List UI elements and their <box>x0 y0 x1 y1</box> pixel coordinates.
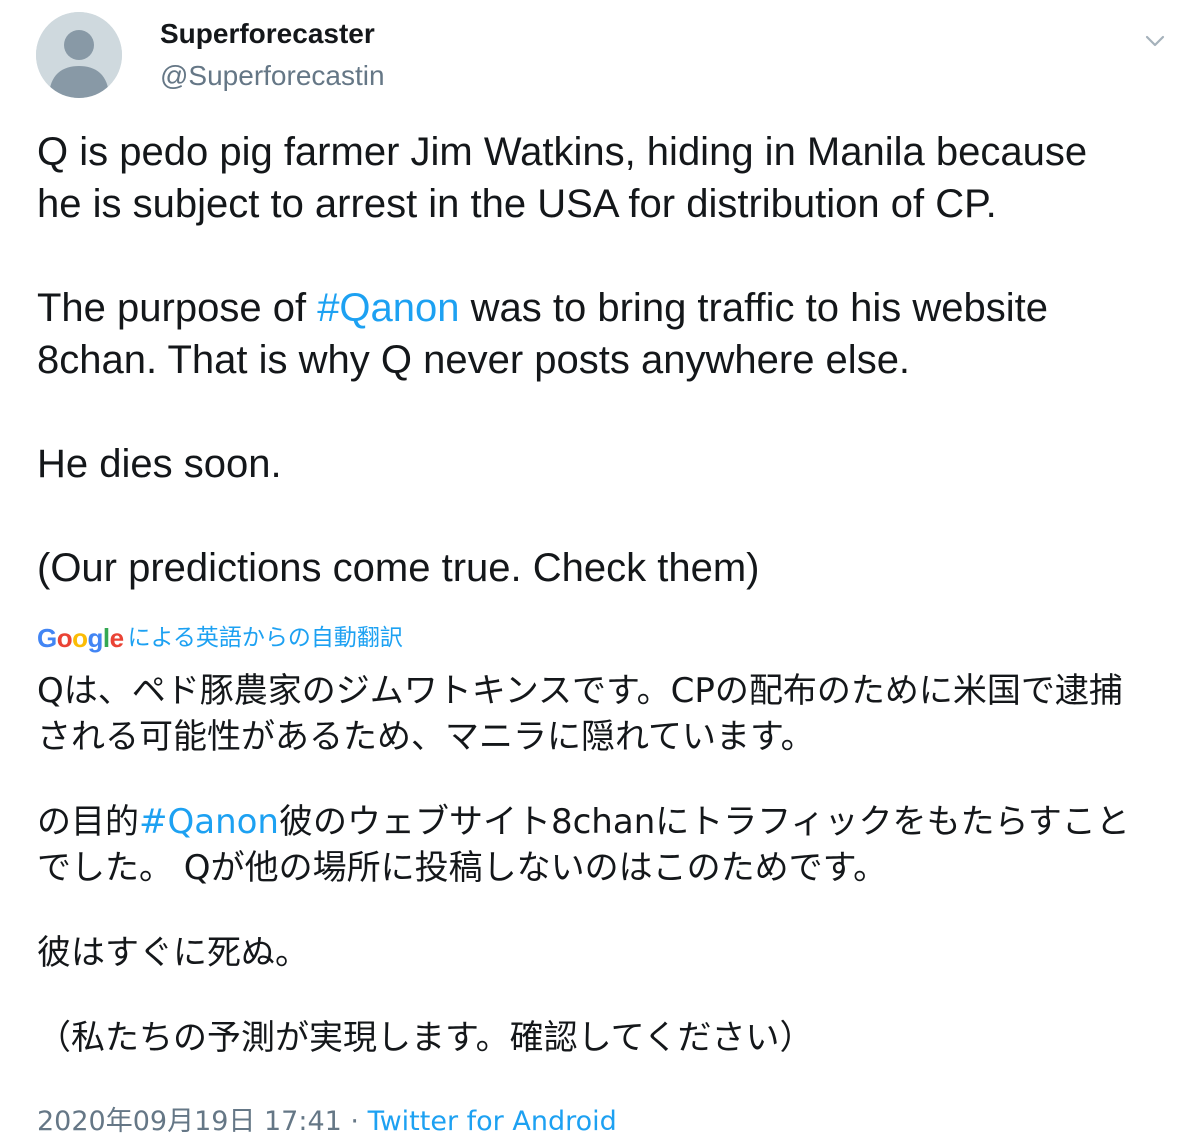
paragraph: (Our predictions come true. Check them) <box>37 542 1177 594</box>
text-segment: Qは、ペド豚農家のジムワトキンスです。CPの配布のために米国で逮捕 される可能性… <box>37 671 1123 757</box>
tweet-menu-button[interactable] <box>1142 28 1168 54</box>
paragraph: （私たちの予測が実現します。確認してください） <box>37 1015 1177 1061</box>
paragraph: の目的#Qanon彼のウェブサイト8chanにトラフィックをもたらすこと でした… <box>37 799 1177 891</box>
author-names: Superforecaster @Superforecastin <box>160 16 385 96</box>
google-logo-letter: l <box>102 623 110 653</box>
tweet: Superforecaster @Superforecastin Q is pe… <box>0 0 1200 1147</box>
paragraph: He dies soon. <box>37 438 1177 490</box>
google-logo-letter: e <box>109 623 124 653</box>
translation-label[interactable]: による英語からの自動翻訳 <box>128 620 403 656</box>
tweet-source-link[interactable]: Twitter for Android <box>368 1106 617 1137</box>
paragraph: Q is pedo pig farmer Jim Watkins, hiding… <box>37 126 1177 230</box>
google-logo-letter: o <box>72 623 88 653</box>
text-segment: 彼はすぐに死ぬ。 <box>37 933 309 973</box>
meta-separator: · <box>341 1106 368 1137</box>
tweet-header: Superforecaster @Superforecastin <box>36 12 1176 102</box>
paragraph: Qは、ペド豚農家のジムワトキンスです。CPの配布のために米国で逮捕 される可能性… <box>37 668 1177 760</box>
paragraph: The purpose of #Qanon was to bring traff… <box>37 282 1177 386</box>
text-segment: The purpose of <box>37 286 318 330</box>
author-handle: @Superforecastin <box>160 60 385 91</box>
author-display-name[interactable]: Superforecaster <box>160 16 385 52</box>
google-logo-letter: o <box>56 623 73 653</box>
google-logo-letter: g <box>87 623 104 653</box>
translation-attribution: Google による英語からの自動翻訳 <box>37 620 403 656</box>
text-segment: （私たちの予測が実現します。確認してください） <box>37 1018 814 1058</box>
google-logo: Google <box>37 620 124 656</box>
text-segment: He dies soon. <box>37 442 282 486</box>
default-avatar-icon <box>36 12 122 98</box>
chevron-down-icon <box>1145 35 1165 47</box>
text-segment: の目的 <box>37 802 139 842</box>
google-logo-letter: G <box>37 623 57 653</box>
translated-text: Qは、ペド豚農家のジムワトキンスです。CPの配布のために米国で逮捕 される可能性… <box>37 668 1177 1061</box>
tweet-meta: 2020年09月19日 17:41 · Twitter for Android <box>37 1102 617 1142</box>
paragraph: 彼はすぐに死ぬ。 <box>37 930 1177 976</box>
text-segment: (Our predictions come true. Check them) <box>37 546 760 590</box>
tweet-text: Q is pedo pig farmer Jim Watkins, hiding… <box>37 126 1177 594</box>
avatar[interactable] <box>36 12 122 98</box>
hashtag-link[interactable]: #Qanon <box>139 802 279 842</box>
text-segment: Q is pedo pig farmer Jim Watkins, hiding… <box>37 130 1088 226</box>
hashtag-link[interactable]: #Qanon <box>317 286 459 330</box>
tweet-timestamp[interactable]: 2020年09月19日 17:41 <box>37 1106 342 1137</box>
